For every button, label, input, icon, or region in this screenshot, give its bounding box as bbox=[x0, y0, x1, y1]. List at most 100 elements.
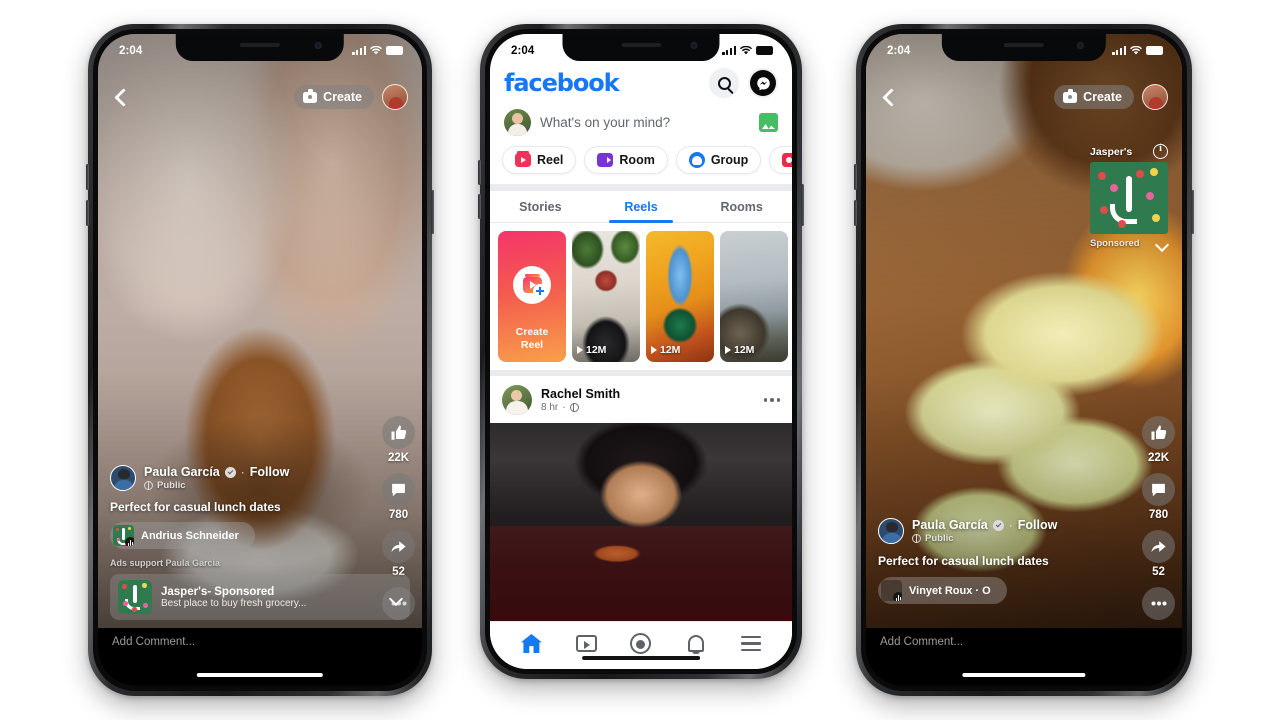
quick-action-label: Room bbox=[619, 153, 655, 167]
search-button[interactable] bbox=[709, 68, 739, 98]
home-indicator-3 bbox=[962, 673, 1086, 677]
quick-action-live[interactable]: Live bbox=[769, 146, 792, 174]
thumbs-up-icon bbox=[1151, 425, 1166, 440]
phone-3-volume-up[interactable] bbox=[854, 164, 857, 190]
author-avatar[interactable] bbox=[878, 518, 904, 544]
nav-menu[interactable] bbox=[723, 636, 778, 651]
reel-card[interactable]: 12M bbox=[720, 231, 788, 362]
like-count: 22K bbox=[1147, 452, 1170, 464]
globe-icon bbox=[569, 402, 579, 412]
author-avatar[interactable] bbox=[110, 465, 136, 491]
facebook-feed: 2:04 facebook What's on your mind? Reel … bbox=[490, 34, 792, 669]
reels-viewer-3: 2:04 Create Jasper's i Sponsored 22K 780… bbox=[866, 34, 1182, 686]
front-camera bbox=[315, 42, 323, 49]
phone-1-power[interactable] bbox=[431, 190, 434, 234]
ads-support-label: Ads support Paula Garcia bbox=[110, 558, 221, 568]
phone-2: 2:04 facebook What's on your mind? Reel … bbox=[478, 24, 804, 679]
create-button[interactable]: Create bbox=[294, 85, 374, 109]
like-button[interactable] bbox=[382, 416, 415, 449]
globe-icon bbox=[144, 480, 153, 490]
messenger-button[interactable] bbox=[748, 68, 778, 98]
comment-button[interactable] bbox=[1142, 473, 1175, 506]
reel-thumbnail bbox=[572, 231, 640, 362]
comment-bar-1[interactable]: Add Comment... bbox=[98, 628, 422, 686]
comment-bar-3[interactable]: Add Comment... bbox=[866, 628, 1182, 686]
post-media[interactable] bbox=[490, 423, 792, 621]
reel-card[interactable]: 12M bbox=[646, 231, 714, 362]
create-reel-label-1: Create bbox=[515, 325, 549, 338]
quick-action-group[interactable]: Group bbox=[675, 146, 762, 174]
author-row[interactable]: Paula García · Follow Public bbox=[878, 518, 1170, 544]
sponsored-floating-card[interactable]: Jasper's Spons bbox=[1090, 143, 1168, 250]
phone-1-volume-down[interactable] bbox=[86, 200, 89, 226]
nav-groups[interactable] bbox=[614, 633, 669, 654]
reel-icon bbox=[515, 150, 531, 167]
quick-action-room[interactable]: Room bbox=[584, 146, 668, 174]
music-attribution[interactable]: Andrius Schneider bbox=[110, 522, 255, 549]
tab-stories[interactable]: Stories bbox=[490, 191, 591, 222]
nav-notifications[interactable] bbox=[668, 635, 723, 654]
phone-2-screen: 2:04 facebook What's on your mind? Reel … bbox=[490, 34, 792, 669]
phone-3-power[interactable] bbox=[1191, 190, 1194, 234]
sponsored-label: Sponsored bbox=[214, 585, 275, 598]
verified-badge-icon bbox=[224, 466, 236, 478]
messenger-icon bbox=[750, 70, 776, 96]
phone-3: 2:04 Create Jasper's i Sponsored 22K 780… bbox=[854, 24, 1194, 696]
phone-1-volume-up[interactable] bbox=[86, 164, 89, 190]
tab-rooms[interactable]: Rooms bbox=[691, 191, 792, 222]
phone-1: 2:04 Create 22K 780 52 Paula García · Fo… bbox=[86, 24, 434, 696]
music-name: Andrius Schneider bbox=[141, 529, 239, 542]
hamburger-menu-icon bbox=[740, 636, 761, 651]
sponsor-name: Jasper's bbox=[161, 585, 208, 598]
chevron-down-icon[interactable] bbox=[389, 591, 402, 604]
back-chevron-icon[interactable] bbox=[880, 88, 898, 106]
phone-2-power[interactable] bbox=[801, 184, 804, 226]
sponsored-label: Sponsored bbox=[1090, 238, 1140, 249]
create-button[interactable]: Create bbox=[1054, 85, 1134, 109]
play-icon bbox=[577, 346, 583, 354]
nav-watch[interactable] bbox=[559, 635, 614, 652]
comment-bubble-icon bbox=[1152, 483, 1165, 497]
sponsored-ad-card[interactable]: Jasper's- Sponsored Best place to buy fr… bbox=[110, 574, 410, 620]
reels-carousel[interactable]: Create Reel 12M 12M 12M bbox=[490, 223, 792, 370]
user-avatar[interactable] bbox=[1142, 84, 1168, 110]
info-circle-icon[interactable] bbox=[1153, 143, 1168, 159]
reel-view-count: 12M bbox=[734, 344, 755, 356]
nav-home[interactable] bbox=[504, 634, 559, 653]
quick-action-reel[interactable]: Reel bbox=[502, 146, 577, 174]
create-button-label: Create bbox=[1083, 90, 1122, 104]
user-avatar[interactable] bbox=[382, 84, 408, 110]
post-header: Rachel Smith 8 hr · bbox=[490, 376, 792, 423]
privacy-label: Public bbox=[925, 533, 954, 544]
phone-3-volume-down[interactable] bbox=[854, 200, 857, 226]
reel-caption: Perfect for casual lunch dates bbox=[878, 554, 1049, 568]
back-chevron-icon[interactable] bbox=[112, 88, 130, 106]
separator: · bbox=[1008, 518, 1013, 532]
reels-info-overlay-1: Paula García · Follow Public Perfect for… bbox=[98, 465, 422, 620]
section-divider bbox=[490, 184, 792, 191]
reel-card[interactable]: 12M bbox=[572, 231, 640, 362]
reels-info-overlay-3: Paula García · Follow Public Perfect for… bbox=[866, 518, 1182, 606]
follow-button[interactable]: Follow bbox=[250, 465, 290, 479]
chevron-down-icon[interactable] bbox=[1155, 237, 1168, 250]
phone-2-volume-down[interactable] bbox=[478, 194, 481, 219]
facebook-logo[interactable]: facebook bbox=[504, 69, 620, 97]
bottom-navigation bbox=[490, 621, 792, 669]
globe-icon bbox=[912, 533, 921, 543]
music-attribution[interactable]: Vinyet Roux · O bbox=[878, 577, 1007, 604]
follow-button[interactable]: Follow bbox=[1018, 518, 1058, 532]
post-author-avatar[interactable] bbox=[502, 385, 532, 415]
author-row[interactable]: Paula García · Follow Public bbox=[110, 465, 410, 491]
create-reel-icon bbox=[513, 265, 551, 304]
tab-reels[interactable]: Reels bbox=[591, 191, 692, 223]
like-button[interactable] bbox=[1142, 416, 1175, 449]
user-avatar[interactable] bbox=[504, 109, 531, 136]
phone-2-volume-up[interactable] bbox=[478, 160, 481, 185]
photo-library-icon[interactable] bbox=[759, 113, 778, 132]
post-more-button[interactable] bbox=[763, 398, 780, 402]
privacy-label: Public bbox=[157, 480, 186, 491]
post-author-name[interactable]: Rachel Smith bbox=[541, 387, 620, 401]
post-composer[interactable]: What's on your mind? bbox=[490, 98, 792, 146]
create-reel-card[interactable]: Create Reel bbox=[498, 231, 566, 362]
composer-placeholder: What's on your mind? bbox=[540, 115, 671, 130]
